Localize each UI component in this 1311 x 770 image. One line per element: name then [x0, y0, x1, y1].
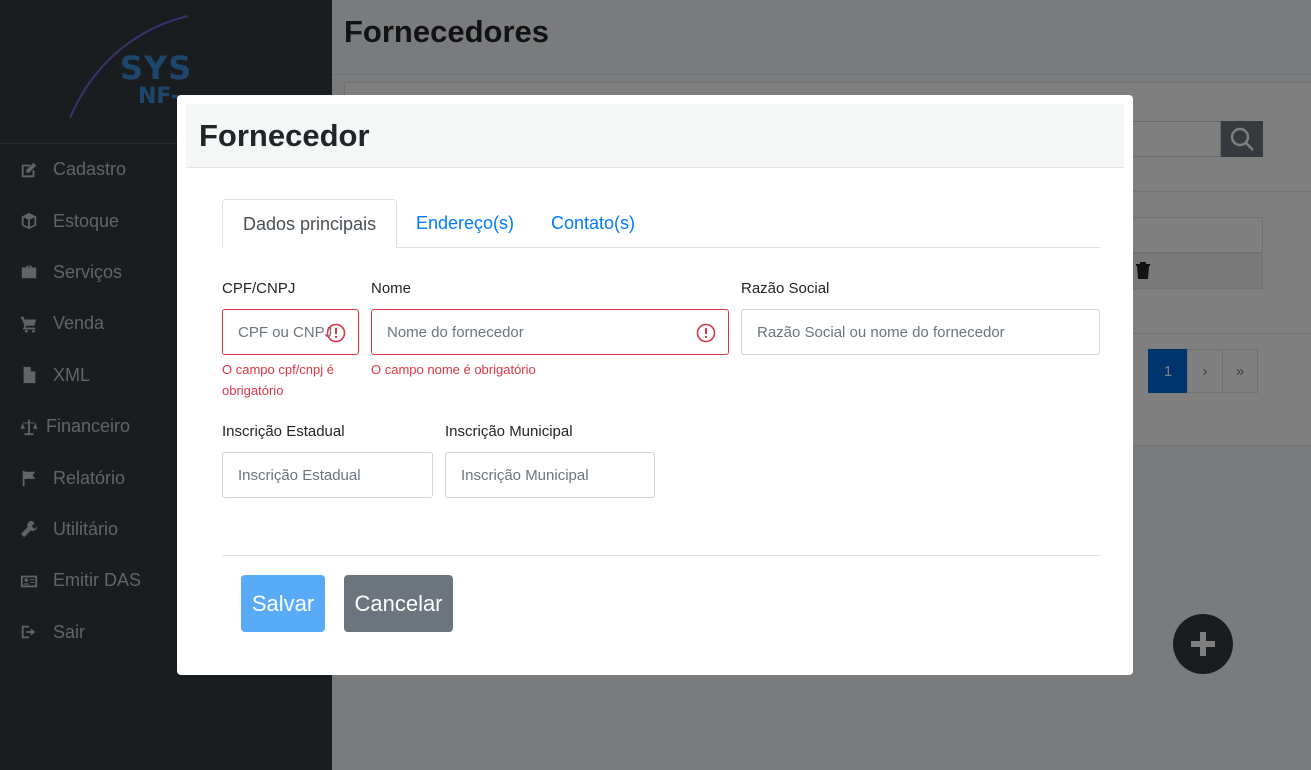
cpf-error: O campo cpf/cnpj é obrigatório [222, 362, 334, 398]
fornecedor-modal: Fornecedor Dados principais Endereço(s) … [177, 95, 1133, 675]
error-icon [696, 323, 716, 343]
cpf-input[interactable]: CPF ou CNPJ [222, 309, 359, 355]
cancel-button[interactable]: Cancelar [344, 575, 453, 632]
nome-placeholder: Nome do fornecedor [387, 323, 524, 341]
cpf-placeholder: CPF ou CNPJ [238, 323, 333, 341]
inscricao-municipal-placeholder: Inscrição Municipal [461, 466, 589, 484]
tab-contatos[interactable]: Contato(s) [551, 199, 635, 248]
razao-social-placeholder: Razão Social ou nome do fornecedor [757, 323, 1005, 341]
tab-enderecos[interactable]: Endereço(s) [416, 199, 514, 248]
razao-social-input[interactable]: Razão Social ou nome do fornecedor [741, 309, 1100, 355]
tab-dados-principais[interactable]: Dados principais [222, 199, 398, 249]
tab-bar: Dados principais Endereço(s) Contato(s) [222, 199, 1100, 249]
divider [222, 555, 1100, 556]
modal-title: Fornecedor [199, 118, 370, 153]
nome-label: Nome [371, 280, 412, 297]
razao-social-label: Razão Social [741, 280, 830, 297]
modal-header: Fornecedor [186, 104, 1124, 168]
inscricao-municipal-label: Inscrição Municipal [445, 423, 573, 440]
save-button[interactable]: Salvar [241, 575, 325, 632]
cpf-label: CPF/CNPJ [222, 280, 296, 297]
nome-error: O campo nome é obrigatório [371, 362, 536, 377]
nome-input[interactable]: Nome do fornecedor [371, 309, 729, 355]
inscricao-estadual-input[interactable]: Inscrição Estadual [222, 452, 433, 498]
inscricao-estadual-label: Inscrição Estadual [222, 423, 345, 440]
inscricao-estadual-placeholder: Inscrição Estadual [238, 466, 361, 484]
error-icon [326, 323, 346, 343]
inscricao-municipal-input[interactable]: Inscrição Municipal [445, 452, 655, 498]
